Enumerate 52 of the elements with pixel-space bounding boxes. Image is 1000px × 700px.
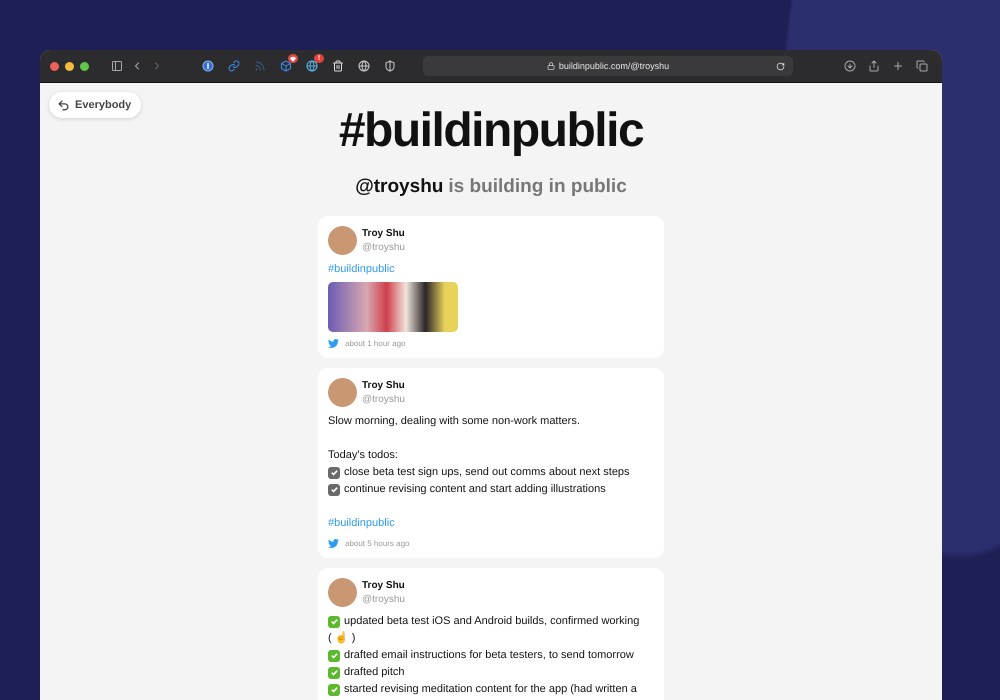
shield-icon[interactable] [384, 60, 396, 72]
page-title: #buildinpublic [338, 103, 644, 158]
bird-icon [328, 538, 339, 549]
tweet-text: drafted pitch [344, 665, 405, 680]
share-icon[interactable] [868, 60, 880, 72]
author-handle: @troyshu [362, 594, 405, 605]
check-mark-icon [328, 684, 340, 696]
todo-text: close beta test sign ups, send out comms about next steps [344, 465, 630, 480]
reload-icon[interactable] [776, 62, 785, 70]
tweet-text: started revising meditation content for the app (had written a [344, 682, 637, 697]
subtitle-text: is building in public [448, 176, 627, 198]
trash-icon[interactable] [332, 60, 344, 72]
check-mark-icon [328, 666, 340, 678]
timestamp: about 5 hours ago [345, 539, 410, 548]
sidebar-icon[interactable] [111, 60, 123, 72]
timestamp: about 1 hour ago [345, 339, 406, 348]
download-icon[interactable] [844, 60, 856, 72]
cube-icon[interactable] [280, 60, 292, 72]
bird-icon [328, 338, 339, 349]
tweet-text: ( ☝ ) [328, 630, 356, 646]
avatar [328, 378, 357, 407]
globe-icon[interactable] [358, 60, 370, 72]
check-mark-icon [328, 650, 340, 662]
maximize-button[interactable] [80, 62, 89, 70]
undo-icon [57, 98, 70, 112]
tabs-icon[interactable] [916, 60, 928, 72]
tweet-text: Today's todos: [328, 448, 399, 463]
check-mark-icon [328, 616, 340, 628]
username: @troyshu [355, 176, 444, 198]
circle-icon[interactable] [202, 60, 214, 72]
checkbox-icon [328, 484, 340, 496]
todo-text: continue revising content and start adding illustrations [344, 482, 606, 497]
address-bar[interactable]: buildinpublic.com/@troyshu [423, 56, 793, 76]
checkbox-icon [328, 466, 340, 478]
author-handle: @troyshu [362, 242, 405, 253]
tweet-text: drafted email instructions for beta testers, to send tomorrow [344, 648, 634, 663]
lock-icon [546, 62, 555, 70]
avatar [328, 578, 357, 607]
author-name: Troy Shu [362, 380, 405, 391]
link-icon[interactable] [228, 60, 240, 72]
author-name: Troy Shu [362, 228, 405, 239]
author-name: Troy Shu [362, 580, 405, 591]
new-tab-icon[interactable] [892, 60, 904, 72]
close-button[interactable] [50, 62, 59, 70]
author-handle: @troyshu [362, 394, 405, 405]
heart-badge [288, 54, 298, 63]
everybody-button[interactable]: Everybody [49, 92, 142, 118]
tweet-text: Slow morning, dealing with some non-work matters. [328, 414, 581, 429]
tweet-text: updated beta test iOS and Android builds, confirmed working [344, 614, 640, 629]
avatar [328, 226, 357, 255]
minimize-button[interactable] [65, 62, 74, 70]
url-text: buildinpublic.com/@troyshu [558, 61, 670, 71]
